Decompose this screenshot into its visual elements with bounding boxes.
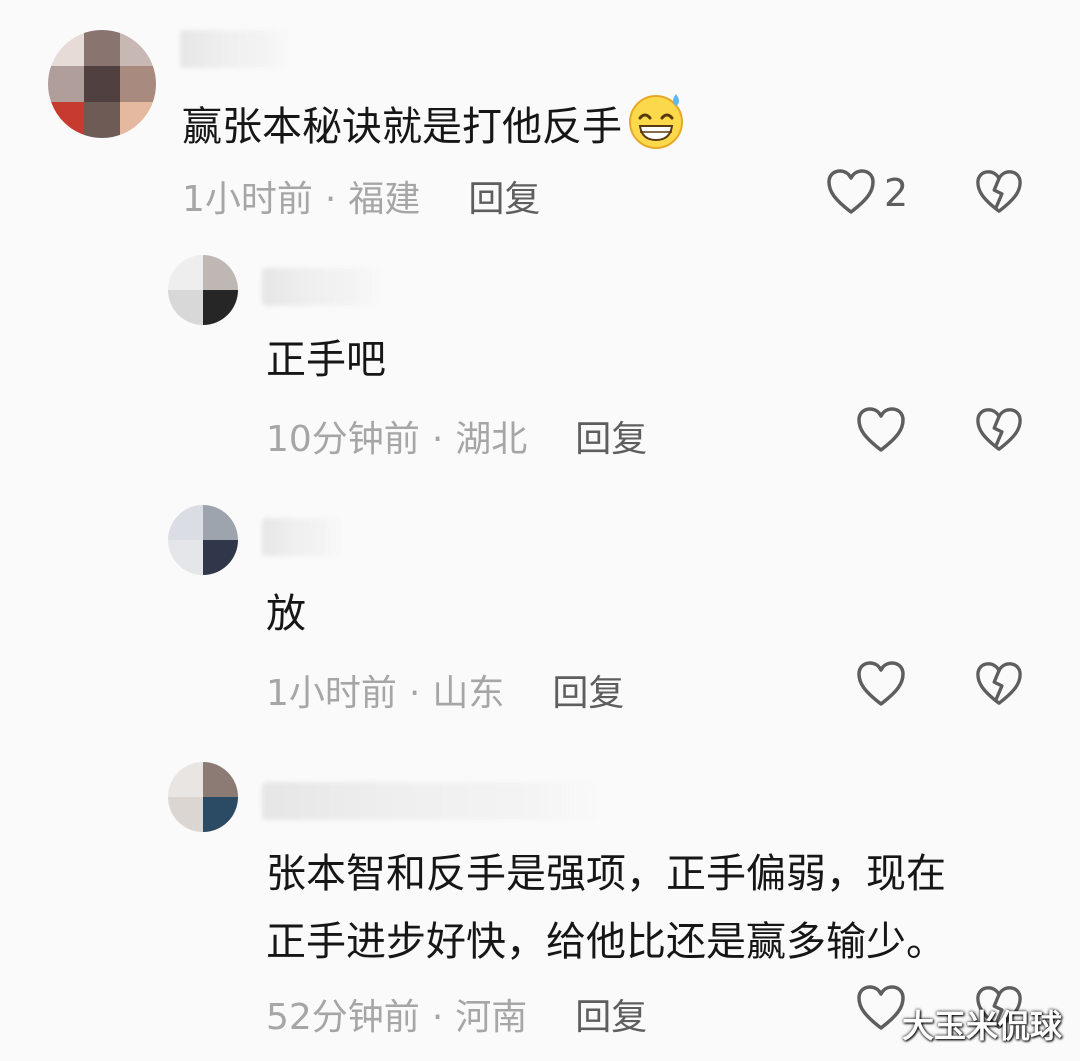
username-blurred[interactable]: [262, 782, 602, 820]
comment-meta: 52分钟前 · 河南 回复: [266, 988, 647, 1040]
avatar[interactable]: [168, 255, 238, 325]
meta-separator: ·: [431, 997, 444, 1038]
heart-outline-icon[interactable]: [856, 984, 906, 1032]
meta-separator: ·: [324, 179, 337, 220]
heart-outline-icon[interactable]: [856, 660, 906, 708]
broken-heart-icon[interactable]: [975, 406, 1023, 454]
like-count: 2: [884, 171, 909, 215]
comment-location: 福建: [348, 179, 421, 220]
reply-button[interactable]: 回复: [552, 673, 624, 714]
comment-time: 10分钟前: [266, 419, 420, 460]
broken-heart-icon[interactable]: [975, 168, 1023, 216]
comment-location: 河南: [455, 997, 528, 1038]
comment-time: 52分钟前: [266, 997, 420, 1038]
username-blurred[interactable]: [262, 518, 342, 556]
reply-button[interactable]: 回复: [575, 419, 647, 460]
comment-meta: 1小时前 · 山东 回复: [266, 664, 624, 716]
avatar[interactable]: [168, 505, 238, 575]
grinning-sweat-emoji-icon: [629, 94, 683, 149]
comment-text: 正手吧: [266, 337, 386, 383]
comment-text: 赢张本秘诀就是打他反手: [182, 90, 686, 159]
comment-location: 湖北: [455, 419, 528, 460]
comment-text: 张本智和反手是强项，正手偏弱，现在 正手进步好快，给他比还是赢多输少。: [266, 840, 946, 976]
comment-text-line: 正手进步好快，给他比还是赢多输少。: [266, 919, 946, 965]
comment-text: 放: [266, 591, 306, 637]
avatar[interactable]: [48, 30, 156, 138]
comment-location: 山东: [432, 673, 505, 714]
heart-outline-icon[interactable]: [826, 168, 876, 216]
meta-separator: ·: [431, 419, 444, 460]
broken-heart-icon[interactable]: [975, 660, 1023, 708]
comment-time: 1小时前: [182, 179, 313, 220]
meta-separator: ·: [408, 673, 421, 714]
comment-text-line: 张本智和反手是强项，正手偏弱，现在: [266, 851, 946, 897]
username-blurred[interactable]: [180, 30, 290, 68]
heart-outline-icon[interactable]: [856, 406, 906, 454]
comment-meta: 1小时前 · 福建 回复: [182, 170, 540, 222]
reply-button[interactable]: 回复: [575, 997, 647, 1038]
avatar[interactable]: [168, 762, 238, 832]
reply-button[interactable]: 回复: [468, 179, 540, 220]
comment-time: 1小时前: [266, 673, 397, 714]
username-blurred[interactable]: [262, 268, 382, 306]
comment-meta: 10分钟前 · 湖北 回复: [266, 410, 647, 462]
watermark: 大玉米侃球: [901, 1007, 1062, 1045]
